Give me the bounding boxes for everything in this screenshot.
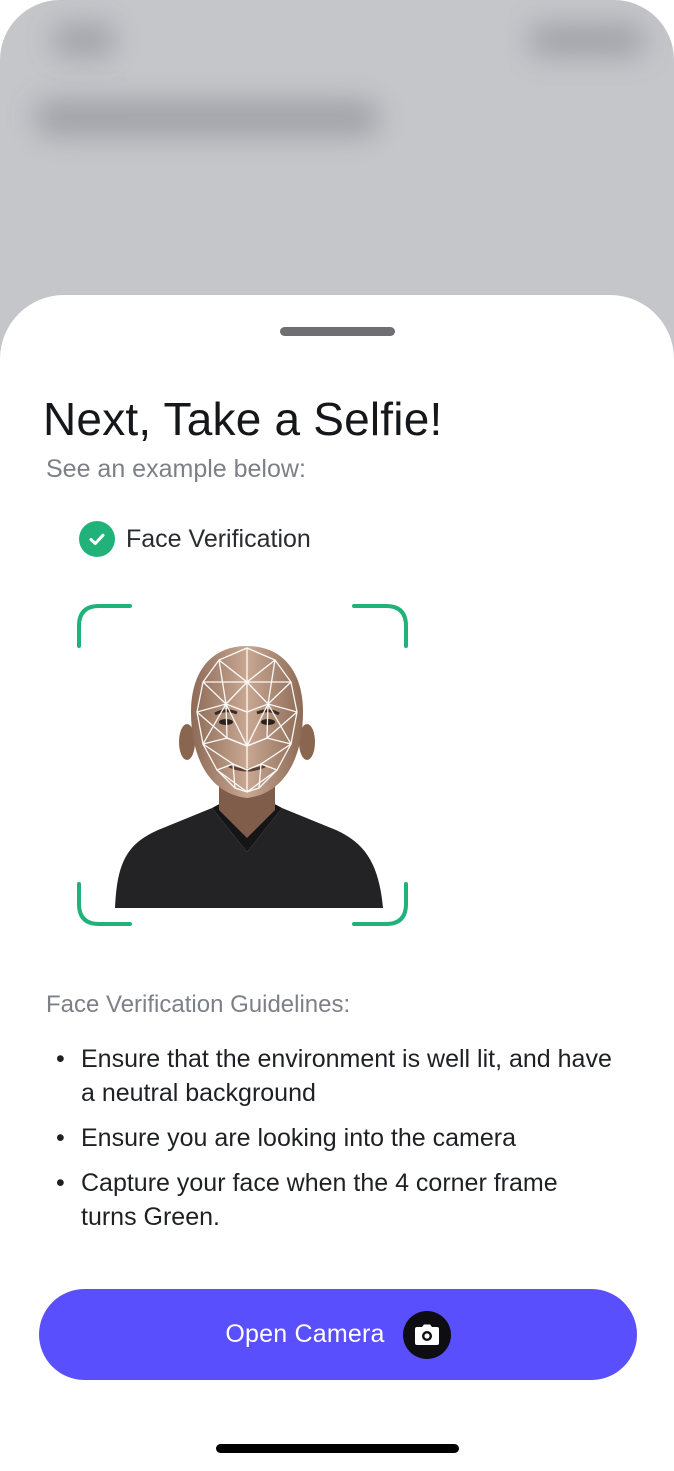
guideline-text: Capture your face when the 4 corner fram… [81, 1169, 558, 1231]
open-camera-label: Open Camera [225, 1320, 385, 1348]
home-indicator[interactable] [216, 1444, 459, 1453]
guideline-item: • Capture your face when the 4 corner fr… [56, 1166, 616, 1234]
screen: Next, Take a Selfie! See an example belo… [0, 0, 674, 1471]
sheet-grabber[interactable] [280, 327, 395, 336]
guidelines-list: • Ensure that the environment is well li… [56, 1042, 616, 1245]
selfie-example-image [115, 646, 383, 908]
bullet: • [56, 1124, 65, 1152]
bullet: • [56, 1045, 65, 1073]
guideline-item: • Ensure that the environment is well li… [56, 1042, 616, 1110]
selfie-example-frame [77, 604, 408, 926]
check-circle-icon [79, 521, 115, 557]
guideline-item: • Ensure you are looking into the camera [56, 1121, 616, 1155]
guidelines-heading: Face Verification Guidelines: [46, 991, 351, 1018]
bullet: • [56, 1169, 65, 1197]
page-subtitle: See an example below: [46, 455, 306, 483]
camera-icon [402, 1310, 451, 1359]
guideline-text: Ensure that the environment is well lit,… [81, 1045, 612, 1107]
guideline-text: Ensure you are looking into the camera [81, 1124, 516, 1152]
face-verification-status: Face Verification [79, 521, 311, 557]
page-title: Next, Take a Selfie! [43, 393, 443, 445]
face-verification-label: Face Verification [126, 524, 311, 553]
open-camera-button[interactable]: Open Camera [39, 1289, 637, 1380]
